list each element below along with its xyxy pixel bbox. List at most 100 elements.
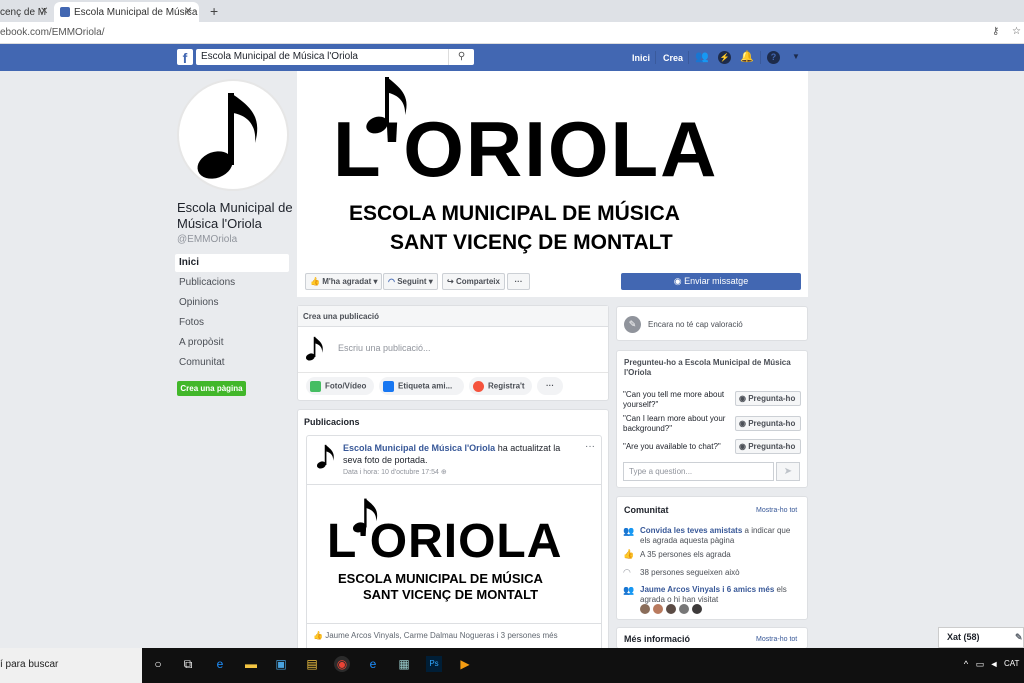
sidebar-item-posts[interactable]: Publicacions — [175, 274, 289, 292]
question-text: "Are you available to chat?" — [623, 442, 721, 451]
chevron-down-icon[interactable]: ▼ — [792, 52, 800, 61]
post-options-button[interactable]: ··· — [585, 441, 595, 452]
divider — [688, 51, 689, 64]
rss-icon: ◠ — [623, 567, 631, 577]
community-see-all-link[interactable]: Mostra-ho tot — [756, 507, 797, 514]
rss-icon: ◠ — [388, 277, 395, 286]
composer-input[interactable]: Escriu una publicació... — [338, 343, 431, 353]
friend-avatars[interactable] — [640, 604, 702, 615]
music-note-icon — [197, 93, 258, 179]
notifications-icon[interactable]: 🔔 — [740, 51, 754, 64]
avatar[interactable] — [679, 604, 689, 614]
nav-home-link[interactable]: Inici — [632, 53, 650, 63]
ask-button[interactable]: ◉ Pregunta-ho — [735, 391, 801, 406]
photo-icon — [310, 381, 321, 392]
send-message-label: Enviar missatge — [684, 276, 749, 286]
language-indicator[interactable]: CAT — [1004, 659, 1019, 668]
post-author-link[interactable]: Escola Municipal de Música l'Oriola — [343, 443, 495, 453]
search-icon[interactable]: ⚲ — [448, 49, 474, 65]
more-options-button[interactable]: ··· — [507, 273, 530, 290]
url-text[interactable]: ebook.com/EMMOriola/ — [0, 27, 104, 38]
friends-text: Jaume Arcos Vinyals i 6 amics més els ag… — [640, 585, 800, 605]
composer-more-button[interactable]: ··· — [537, 377, 563, 395]
page-handle[interactable]: @EMMOriola — [177, 234, 237, 245]
sidebar-item-about[interactable]: A propòsit — [175, 334, 289, 352]
post-author-avatar[interactable] — [315, 444, 337, 470]
friends-icon: 👥 — [623, 585, 635, 595]
store-icon[interactable]: ▣ — [273, 656, 289, 672]
search-input[interactable]: Escola Municipal de Música l'Oriola — [196, 49, 474, 65]
thumbs-up-icon: 👍 — [623, 549, 635, 559]
more-info-title: Més informació — [624, 634, 691, 644]
compose-icon[interactable]: ✎ — [1015, 632, 1023, 643]
post-header: Escola Municipal de Música l'Oriola ha a… — [343, 442, 579, 466]
close-icon[interactable]: ✕ — [184, 6, 192, 17]
avatar[interactable] — [666, 604, 676, 614]
address-bar[interactable]: ebook.com/EMMOriola/ ⚷ ☆ — [0, 22, 1024, 44]
check-in-button[interactable]: Registra't — [469, 377, 532, 395]
avatar[interactable] — [640, 604, 650, 614]
browser-tab-active[interactable]: Escola Municipal de Música l'Orio ✕ — [54, 2, 199, 22]
ask-button[interactable]: ◉ Pregunta-ho — [735, 439, 801, 454]
share-button[interactable]: ↪ Comparteix — [442, 273, 505, 290]
follow-button[interactable]: ◠ Seguint ▾ — [383, 273, 438, 290]
post-reactions-text: Jaume Arcos Vinyals, Carme Dalmau Noguer… — [325, 631, 558, 640]
cortana-icon[interactable]: ○ — [150, 656, 166, 672]
ask-button[interactable]: ◉ Pregunta-ho — [735, 416, 801, 431]
post-date[interactable]: Data i hora: 10 d'octubre 17:54 ⊕ — [343, 468, 447, 476]
new-tab-icon[interactable]: + — [210, 3, 218, 19]
composer-title: Crea una publicació — [303, 312, 380, 321]
photoshop-icon[interactable]: Ps — [426, 656, 442, 672]
photo-video-button[interactable]: Foto/Vídeo — [306, 377, 374, 395]
folder-icon[interactable]: ▤ — [304, 656, 320, 672]
more-info-see-all-link[interactable]: Mostra-ho tot — [756, 636, 797, 643]
star-icon[interactable]: ☆ — [1012, 26, 1021, 37]
sidebar-item-photos[interactable]: Fotos — [175, 314, 289, 332]
app-icon[interactable]: ▦ — [396, 656, 412, 672]
chat-bar[interactable]: Xat (58) ✎ — [938, 627, 1024, 648]
invite-friends-link[interactable]: Convida les teves amistats — [640, 526, 742, 535]
post-reactions[interactable]: 👍 Jaume Arcos Vinyals, Carme Dalmau Nogu… — [313, 631, 558, 640]
task-view-icon[interactable]: ⧉ — [180, 656, 196, 672]
create-page-button[interactable]: Crea una pàgina — [177, 381, 246, 396]
taskbar-search[interactable]: í para buscar — [0, 648, 142, 683]
followers-count: 38 persones segueixen això — [640, 568, 740, 577]
like-button[interactable]: 👍 M'ha agradat ▾ — [305, 273, 383, 290]
avatar[interactable] — [692, 604, 702, 614]
sidebar-item-home[interactable]: Inici — [175, 254, 289, 272]
edge-icon[interactable]: e — [212, 656, 228, 672]
send-icon[interactable]: ➤ — [776, 462, 800, 481]
browser-tabbar: cenç de M✕ Escola Municipal de Música l'… — [0, 0, 1024, 22]
browser-tab[interactable]: cenç de M ✕ — [0, 2, 52, 22]
review-icon: ✎ — [624, 316, 641, 333]
taskbar-search-text: í para buscar — [0, 659, 59, 670]
sidebar-item-reviews[interactable]: Opinions — [175, 294, 289, 312]
friends-link[interactable]: Jaume Arcos Vinyals i 6 amics més — [640, 585, 774, 594]
page-title: Escola Municipal de Música l'Oriola — [177, 200, 293, 231]
page-avatar[interactable] — [177, 79, 289, 191]
volume-icon[interactable]: ◄ — [986, 656, 1002, 672]
messenger-icon: ◉ — [739, 394, 746, 403]
media-player-icon[interactable]: ▶ — [457, 656, 473, 672]
post-image[interactable]: L'ORIOLA ESCOLA MUNICIPAL DE MÚSICA SANT… — [307, 484, 601, 624]
sidebar-item-community[interactable]: Comunitat — [175, 354, 289, 372]
posts-card: Publicacions Escola Municipal de Música … — [297, 409, 609, 655]
close-icon[interactable]: ✕ — [40, 6, 48, 17]
ie-icon[interactable]: e — [365, 656, 381, 672]
messenger-icon[interactable]: ⚡ — [718, 51, 731, 64]
question-input[interactable]: Type a question... — [623, 462, 774, 481]
help-icon[interactable]: ? — [767, 51, 780, 64]
facebook-topbar: f Escola Municipal de Música l'Oriola ⚲ … — [0, 44, 1024, 71]
tag-friends-button[interactable]: Etiqueta ami... — [379, 377, 464, 395]
send-message-button[interactable]: ◉ Enviar missatge — [621, 273, 801, 290]
file-explorer-icon[interactable]: ▬ — [243, 656, 259, 672]
chrome-icon[interactable]: ◉ — [334, 656, 350, 672]
key-icon[interactable]: ⚷ — [992, 26, 999, 37]
avatar[interactable] — [653, 604, 663, 614]
rating-card: ✎ Encara no té cap valoració — [616, 306, 808, 341]
friend-requests-icon[interactable]: 👥 — [695, 51, 709, 64]
cover-subtitle: SANT VICENÇ DE MONTALT — [390, 231, 673, 254]
nav-create-link[interactable]: Crea — [663, 53, 683, 63]
cover-photo[interactable]: L'ORIOLA ESCOLA MUNICIPAL DE MÚSICA SANT… — [297, 71, 808, 297]
facebook-logo-icon[interactable]: f — [177, 49, 193, 66]
